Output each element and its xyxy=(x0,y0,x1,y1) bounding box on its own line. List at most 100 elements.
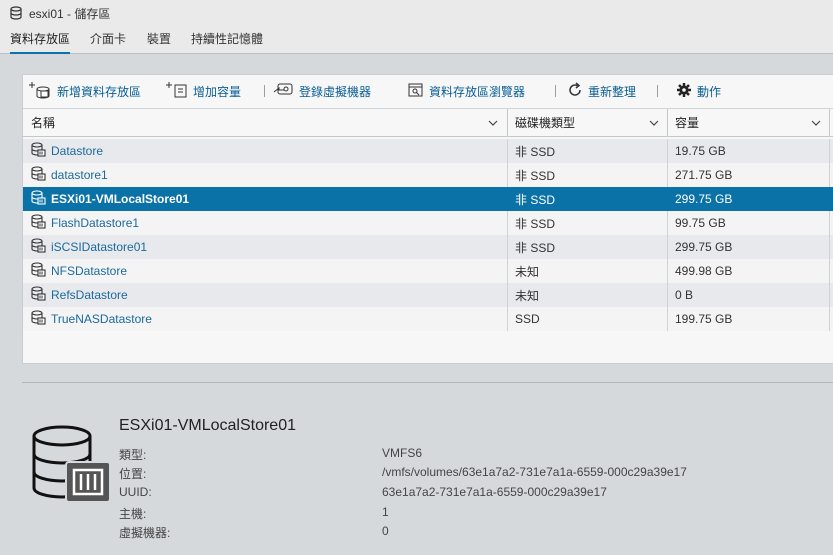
detail-value-hosts: 1 xyxy=(382,505,389,519)
drive-type-cell: SSD xyxy=(515,312,540,326)
refresh-icon xyxy=(566,81,588,102)
cell-divider xyxy=(829,283,830,307)
datastore-icon xyxy=(31,262,51,280)
cell-divider xyxy=(829,187,830,211)
actions-button[interactable]: 動作 xyxy=(675,81,721,102)
cell-divider xyxy=(667,211,668,235)
cell-divider xyxy=(507,139,508,163)
toolbar: 新增資料存放區 增加容量 登錄虛擬機器 資料存放區瀏覽器 重新整理 動作 xyxy=(23,75,833,105)
drive-type-cell: 非 SSD xyxy=(515,216,556,231)
datastore-icon xyxy=(31,166,51,184)
cell-divider xyxy=(829,211,830,235)
table-row[interactable]: TrueNASDatastore SSD 199.75 GB xyxy=(23,307,833,331)
cell-divider xyxy=(667,259,668,283)
register-vm-button[interactable]: 登錄虛擬機器 xyxy=(273,81,371,102)
detail-value-vms: 0 xyxy=(382,524,389,538)
cell-divider xyxy=(829,235,830,259)
detail-label-type: 類型: xyxy=(119,448,147,462)
column-header-label: 名稱 xyxy=(31,116,56,130)
datastore-name: datastore1 xyxy=(51,168,108,182)
table-row[interactable]: ESXi01-VMLocalStore01 非 SSD 299.75 GB xyxy=(23,187,833,211)
drive-type-cell: 未知 xyxy=(515,288,540,303)
capacity-cell: 19.75 GB xyxy=(675,144,726,158)
datastore-name: FlashDatastore1 xyxy=(51,216,140,230)
capacity-cell: 299.75 GB xyxy=(675,192,733,206)
datastore-name-cell[interactable]: ESXi01-VMLocalStore01 xyxy=(31,187,189,211)
chevron-down-icon xyxy=(649,117,659,131)
cell-divider xyxy=(829,307,830,331)
details-title: ESXi01-VMLocalStore01 xyxy=(119,417,296,434)
datastore-name-cell[interactable]: iSCSIDatastore01 xyxy=(31,235,147,259)
new-datastore-icon xyxy=(27,81,57,102)
datastore-name-cell[interactable]: FlashDatastore1 xyxy=(31,211,139,235)
datastore-icon xyxy=(31,310,51,328)
toolbar-separator xyxy=(657,85,658,97)
detail-label-location: 位置: xyxy=(119,467,147,481)
detail-value-uuid: 63e1a7a2-731e7a1a-6559-000c29a39e17 xyxy=(382,485,607,499)
cell-divider xyxy=(667,235,668,259)
drive-type-cell: 非 SSD xyxy=(515,240,556,255)
tab-persistent-memory[interactable]: 持續性記憶體 xyxy=(191,30,263,52)
toolbar-separator xyxy=(555,85,556,97)
pane-splitter[interactable] xyxy=(22,382,833,383)
register-vm-icon xyxy=(273,81,299,102)
cell-divider xyxy=(667,283,668,307)
datastore-browser-button[interactable]: 資料存放區瀏覽器 xyxy=(407,81,525,102)
datastore-name-cell[interactable]: NFSDatastore xyxy=(31,259,127,283)
datastore-panel: 新增資料存放區 增加容量 登錄虛擬機器 資料存放區瀏覽器 重新整理 動作 名稱 … xyxy=(22,74,833,364)
table-row[interactable]: Datastore 非 SSD 19.75 GB xyxy=(23,139,833,163)
cell-divider xyxy=(507,163,508,187)
column-header-name[interactable]: 名稱 xyxy=(31,109,506,136)
datastore-icon xyxy=(31,214,51,232)
toolbar-separator xyxy=(264,85,265,97)
new-datastore-label: 新增資料存放區 xyxy=(57,85,142,99)
datastore-name-cell[interactable]: Datastore xyxy=(31,139,103,163)
cell-divider xyxy=(829,259,830,283)
column-divider[interactable] xyxy=(667,109,668,136)
actions-label: 動作 xyxy=(697,85,722,99)
datastore-icon xyxy=(31,190,51,208)
datastore-icon xyxy=(31,286,51,304)
column-divider[interactable] xyxy=(829,109,830,136)
capacity-cell: 271.75 GB xyxy=(675,168,733,182)
chevron-down-icon xyxy=(811,117,821,131)
datastore-browser-label: 資料存放區瀏覽器 xyxy=(429,85,526,99)
cell-divider xyxy=(507,259,508,283)
column-header-label: 容量 xyxy=(675,116,700,130)
table-row[interactable]: iSCSIDatastore01 非 SSD 299.75 GB xyxy=(23,235,833,259)
window-title-bar: esxi01 - 儲存區 xyxy=(0,0,833,26)
register-vm-label: 登錄虛擬機器 xyxy=(299,85,372,99)
increase-capacity-label: 增加容量 xyxy=(193,85,242,99)
datastore-name-cell[interactable]: RefsDatastore xyxy=(31,283,128,307)
cell-divider xyxy=(507,211,508,235)
datastore-table-body: Datastore 非 SSD 19.75 GB datastore1 非 SSD 271… xyxy=(23,139,833,331)
column-divider[interactable] xyxy=(507,109,508,136)
drive-type-cell: 非 SSD xyxy=(515,168,556,183)
table-row[interactable]: datastore1 非 SSD 271.75 GB xyxy=(23,163,833,187)
increase-capacity-button[interactable]: 增加容量 xyxy=(165,81,241,102)
cell-divider xyxy=(829,163,830,187)
tab-adapters[interactable]: 介面卡 xyxy=(90,30,126,52)
datastore-icon xyxy=(31,142,51,160)
cell-divider xyxy=(667,307,668,331)
cell-divider xyxy=(507,187,508,211)
detail-label-uuid: UUID: xyxy=(119,485,152,499)
datastore-name: TrueNASDatastore xyxy=(51,312,152,326)
tab-devices[interactable]: 裝置 xyxy=(147,30,171,52)
column-header-label: 磁碟機類型 xyxy=(515,116,576,130)
datastore-name-cell[interactable]: datastore1 xyxy=(31,163,108,187)
refresh-button[interactable]: 重新整理 xyxy=(566,81,636,102)
drive-type-cell: 非 SSD xyxy=(515,192,556,207)
column-header-drive-type[interactable]: 磁碟機類型 xyxy=(515,109,667,136)
chevron-down-icon xyxy=(488,117,498,131)
datastore-name-cell[interactable]: TrueNASDatastore xyxy=(31,307,152,331)
tab-datastores[interactable]: 資料存放區 xyxy=(10,30,71,54)
detail-value-location: /vmfs/volumes/63e1a7a2-731e7a1a-6559-000… xyxy=(382,465,687,479)
table-row[interactable]: RefsDatastore 未知 0 B xyxy=(23,283,833,307)
table-row[interactable]: NFSDatastore 未知 499.98 GB xyxy=(23,259,833,283)
drive-type-cell: 非 SSD xyxy=(515,144,556,159)
column-header-capacity[interactable]: 容量 xyxy=(675,109,829,136)
datastore-icon xyxy=(31,238,51,256)
table-row[interactable]: FlashDatastore1 非 SSD 99.75 GB xyxy=(23,211,833,235)
new-datastore-button[interactable]: 新增資料存放區 xyxy=(27,81,141,102)
